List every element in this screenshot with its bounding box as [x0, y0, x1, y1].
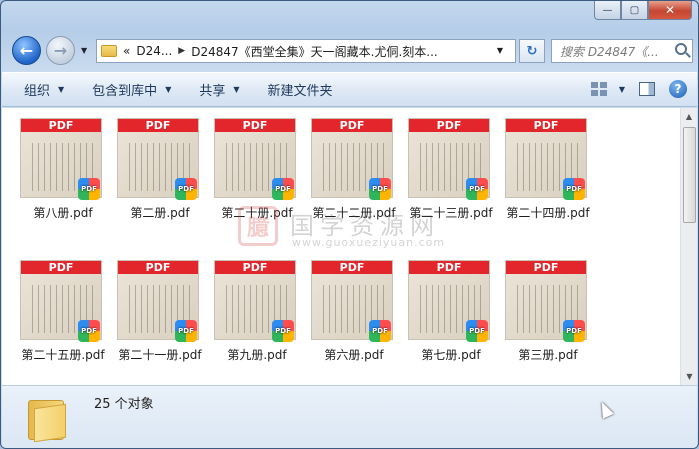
pdf-label: PDF — [312, 119, 392, 132]
include-library-label: 包含到库中 — [92, 84, 158, 99]
share-menu[interactable]: 共享 ▼ — [199, 80, 239, 99]
pdf-app-icon: PDF — [369, 320, 391, 342]
details-pane: 25 个对象 — [2, 385, 697, 448]
file-item[interactable]: PDF PDF 第三册.pdf — [489, 250, 587, 370]
organize-menu[interactable]: 组织 ▼ — [24, 80, 64, 99]
pdf-label: PDF — [506, 261, 586, 274]
new-folder-label: 新建文件夹 — [267, 84, 333, 99]
include-in-library-menu[interactable]: 包含到库中 ▼ — [92, 80, 171, 99]
file-item[interactable]: PDF PDF 第九册.pdf — [198, 250, 296, 370]
maximize-button[interactable]: ▢ — [621, 1, 648, 20]
refresh-icon: ↻ — [526, 43, 538, 59]
share-label: 共享 — [199, 84, 226, 99]
new-folder-button[interactable]: 新建文件夹 — [268, 80, 333, 99]
pdf-label: PDF — [215, 261, 295, 274]
explorer-window: — ▢ ✕ ← → ▼ « D24... ▶ D24847《西堂全集》天一阁藏本… — [0, 0, 699, 449]
navigation-bar: ← → ▼ « D24... ▶ D24847《西堂全集》天一阁藏本.尤侗.刻本… — [9, 35, 693, 67]
file-item[interactable]: PDF PDF 第七册.pdf — [392, 250, 490, 370]
pdf-label: PDF — [21, 119, 101, 132]
back-arrow-icon: ← — [19, 41, 34, 60]
pdf-label: PDF — [409, 119, 489, 132]
close-button[interactable]: ✕ — [648, 1, 692, 20]
file-name: 第二十四册.pdf — [506, 206, 590, 220]
scroll-up-icon[interactable]: ▲ — [681, 108, 697, 125]
pdf-label: PDF — [118, 119, 198, 132]
search-input[interactable]: 搜索 D24847《... — [551, 39, 693, 63]
vertical-scrollbar[interactable]: ▲ ▼ — [680, 108, 697, 385]
forward-button[interactable]: → — [46, 36, 75, 65]
breadcrumb-current[interactable]: D24847《西堂全集》天一阁藏本.尤侗.刻本... — [191, 43, 438, 60]
item-count: 25 个对象 — [94, 397, 154, 412]
watermark-seal: 臆 — [238, 206, 278, 246]
folder-icon — [101, 45, 117, 57]
back-button[interactable]: ← — [12, 36, 41, 65]
pdf-app-icon: PDF — [78, 320, 100, 342]
pdf-app-icon: PDF — [563, 178, 585, 200]
watermark: 臆 国学资源网 www.guoxueziyuan.com — [238, 206, 478, 256]
view-options-dropdown-icon[interactable]: ▼ — [619, 85, 625, 94]
pdf-app-icon: PDF — [272, 320, 294, 342]
chevron-down-icon: ▼ — [233, 85, 240, 94]
pdf-label: PDF — [409, 261, 489, 274]
help-icon[interactable]: ? — [669, 80, 687, 98]
address-bar[interactable]: « D24... ▶ D24847《西堂全集》天一阁藏本.尤侗.刻本... ▼ — [96, 39, 516, 63]
pdf-app-icon: PDF — [272, 178, 294, 200]
scrollbar-thumb[interactable] — [683, 127, 696, 223]
pdf-label: PDF — [312, 261, 392, 274]
folder-icon — [28, 394, 72, 443]
pdf-app-icon: PDF — [369, 178, 391, 200]
watermark-url: www.guoxueziyuan.com — [292, 236, 446, 249]
file-list: PDF PDF 第八册.pdf PDF PDF 第二册.pdf PDF PDF 第二十册.pdf… — [2, 108, 697, 385]
file-item[interactable]: PDF PDF 第二册.pdf — [101, 108, 199, 228]
file-name: 第三册.pdf — [518, 348, 578, 362]
chevron-down-icon: ▼ — [165, 85, 172, 94]
pdf-app-icon: PDF — [78, 178, 100, 200]
view-controls: ▼ ? — [590, 80, 687, 98]
pdf-label: PDF — [21, 261, 101, 274]
address-dropdown-icon[interactable]: ▼ — [497, 46, 503, 55]
pdf-app-icon: PDF — [466, 320, 488, 342]
pdf-app-icon: PDF — [563, 320, 585, 342]
file-item[interactable]: PDF PDF 第八册.pdf — [4, 108, 102, 228]
search-placeholder: 搜索 D24847《... — [560, 44, 659, 59]
pdf-label: PDF — [506, 119, 586, 132]
refresh-button[interactable]: ↻ — [519, 39, 545, 63]
pdf-app-icon: PDF — [175, 320, 197, 342]
file-item[interactable]: PDF PDF 第二十一册.pdf — [101, 250, 202, 370]
search-icon[interactable] — [675, 43, 687, 55]
pdf-label: PDF — [215, 119, 295, 132]
address-overflow-chevron[interactable]: « — [123, 44, 130, 58]
breadcrumb-separator-icon[interactable]: ▶ — [178, 46, 185, 56]
chevron-down-icon: ▼ — [58, 85, 65, 94]
file-item[interactable]: PDF PDF 第六册.pdf — [295, 250, 393, 370]
change-view-icon[interactable] — [590, 82, 607, 96]
caption-buttons: — ▢ ✕ — [594, 1, 692, 20]
recent-pages-button[interactable]: ▼ — [81, 46, 87, 55]
organize-label: 组织 — [24, 84, 51, 99]
pdf-label: PDF — [118, 261, 198, 274]
minimize-button[interactable]: — — [594, 1, 621, 20]
scroll-down-icon[interactable]: ▼ — [681, 368, 698, 385]
command-bar: 组织 ▼ 包含到库中 ▼ 共享 ▼ 新建文件夹 ▼ ? — [2, 72, 697, 107]
breadcrumb-parent[interactable]: D24... — [136, 44, 172, 58]
file-item[interactable]: PDF PDF 第二十四册.pdf — [489, 108, 590, 228]
pdf-app-icon: PDF — [466, 178, 488, 200]
file-item[interactable]: PDF PDF 第二十五册.pdf — [4, 250, 105, 370]
preview-pane-icon[interactable] — [639, 82, 655, 96]
forward-arrow-icon: → — [53, 41, 68, 60]
pdf-app-icon: PDF — [175, 178, 197, 200]
